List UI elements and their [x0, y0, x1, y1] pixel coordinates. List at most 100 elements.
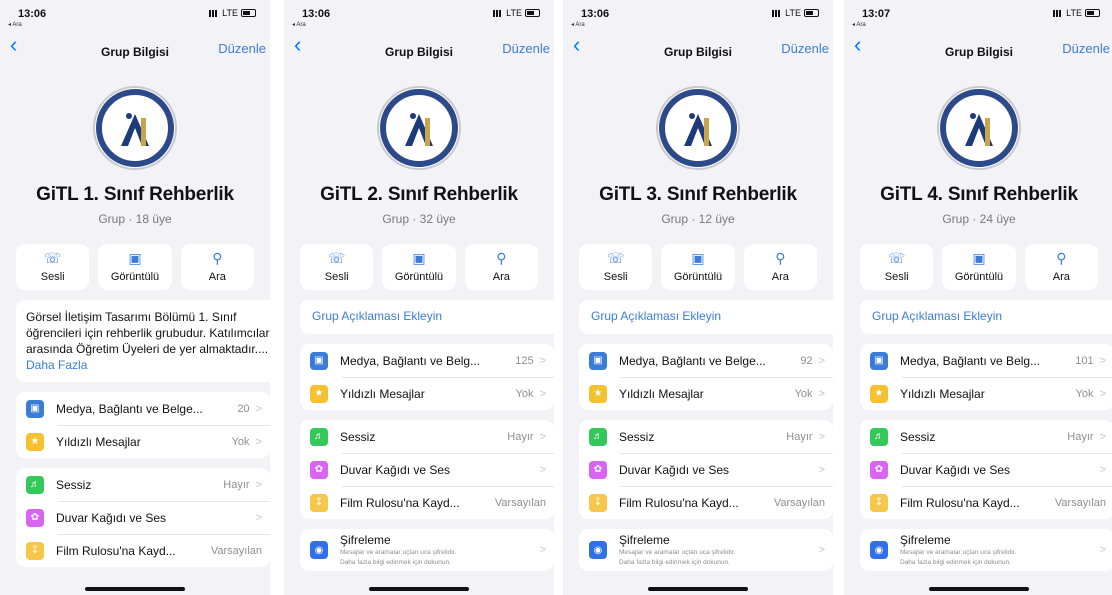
settings-section: ♬ Sessiz Hayır > ✿ Duvar Kağıdı ve Ses > ↧ Film … — [579, 420, 833, 519]
row-wallpaper[interactable]: ✿ Duvar Kağıdı ve Ses > — [860, 453, 1112, 486]
video-call-button[interactable]: ▣ Görüntülü — [661, 244, 735, 290]
settings-section: ♬ Sessiz Hayır > ✿ Duvar Kağıdı ve Ses > ↧ Film … — [860, 420, 1112, 519]
signal-indicator: LTE — [1053, 8, 1100, 18]
video-icon: ▣ — [128, 250, 142, 266]
row-starred[interactable]: ★ Yıldızlı Mesajlar Yok > — [300, 377, 554, 410]
action-label: Görüntülü — [954, 271, 1004, 283]
edit-button[interactable]: Düzenle — [502, 41, 550, 56]
mute-value: Hayır — [786, 430, 813, 443]
row-mute[interactable]: ♬ Sessiz Hayır > — [860, 420, 1112, 453]
encryption-line-1: Mesajlar ve aramalar uçtan uca şifrelidi… — [340, 549, 457, 556]
voice-call-button[interactable]: ☏ Sesli — [860, 244, 934, 290]
phone-screen-1: 13:06 ◂ Ara LTE ‹ Grup Bilgisi Düzenle GiTL 1.… — [0, 0, 270, 595]
group-avatar[interactable] — [656, 86, 740, 170]
mute-value: Hayır — [507, 430, 534, 443]
download-icon: ↧ — [870, 493, 888, 512]
row-wallpaper[interactable]: ✿ Duvar Kağıdı ve Ses > — [16, 501, 270, 534]
signal-icon — [1053, 9, 1064, 17]
row-media[interactable]: ▣ Medya, Bağlantı ve Belg... 125 > — [300, 344, 554, 377]
row-starred[interactable]: ★ Yıldızlı Mesajlar Yok > — [860, 377, 1112, 410]
row-starred[interactable]: ★ Yıldızlı Mesajlar Yok > — [579, 377, 833, 410]
search-button[interactable]: ⚲ Ara — [464, 244, 538, 290]
status-bar: 13:06 ◂ Ara LTE — [563, 0, 833, 28]
save-value: Varsayılan — [494, 496, 546, 509]
star-icon: ★ — [26, 432, 44, 451]
row-save[interactable]: ↧ Film Rulosu'na Kayd... Varsayılan — [16, 534, 270, 567]
signal-indicator: LTE — [772, 8, 819, 18]
encryption-row[interactable]: ◉ Şifreleme Mesajlar ve aramalar uçtan uca… — [579, 529, 833, 571]
carrier-label: LTE — [506, 8, 522, 18]
row-wallpaper[interactable]: ✿ Duvar Kağıdı ve Ses > — [579, 453, 833, 486]
video-call-button[interactable]: ▣ Görüntülü — [98, 244, 172, 290]
chevron-right-icon: > — [539, 430, 546, 443]
row-media[interactable]: ▣ Medya, Bağlantı ve Belg... 101 > — [860, 344, 1112, 377]
star-icon: ★ — [589, 384, 607, 403]
edit-button[interactable]: Düzenle — [1062, 41, 1110, 56]
mute-label: Sessiz — [340, 429, 376, 444]
search-icon: ⚲ — [212, 250, 223, 266]
row-media[interactable]: ▣ Medya, Bağlantı ve Belge... 92 > — [579, 344, 833, 377]
row-save[interactable]: ↧ Film Rulosu'na Kayd... Varsayılan — [860, 486, 1112, 519]
video-call-button[interactable]: ▣ Görüntülü — [942, 244, 1016, 290]
save-label: Film Rulosu'na Kayd... — [340, 495, 460, 510]
encryption-row[interactable]: ◉ Şifreleme Mesajlar ve aramalar uçtan uca… — [300, 529, 554, 571]
action-buttons: ☏ Sesli ▣ Görüntülü ⚲ Ara — [860, 244, 1098, 290]
chevron-right-icon: > — [818, 354, 825, 367]
row-media[interactable]: ▣ Medya, Bağlantı ve Belge... 20 > — [16, 392, 270, 425]
action-label: Sesli — [40, 271, 65, 283]
lock-icon: ◉ — [310, 541, 328, 559]
group-avatar[interactable] — [93, 86, 177, 170]
row-mute[interactable]: ♬ Sessiz Hayır > — [300, 420, 554, 453]
home-indicator — [85, 587, 185, 591]
group-avatar[interactable] — [937, 86, 1021, 170]
voice-call-button[interactable]: ☏ Sesli — [16, 244, 90, 290]
starred-label: Yıldızlı Mesajlar — [56, 434, 141, 449]
group-description[interactable]: Görsel İletişim Tasarımı Bölümü 1. Sınıf… — [16, 300, 270, 382]
edit-button[interactable]: Düzenle — [781, 41, 829, 56]
signal-icon — [209, 9, 220, 17]
row-save[interactable]: ↧ Film Rulosu'na Kayd... Varsayılan — [300, 486, 554, 519]
add-description-button[interactable]: Grup Açıklaması Ekleyin — [579, 300, 833, 334]
status-bar: 13:06 ◂ Ara LTE — [0, 0, 270, 28]
description-text: Görsel İletişim Tasarımı Bölümü 1. Sınıf… — [26, 310, 270, 356]
search-button[interactable]: ⚲ Ara — [743, 244, 817, 290]
row-mute[interactable]: ♬ Sessiz Hayır > — [16, 468, 270, 501]
search-button[interactable]: ⚲ Ara — [1024, 244, 1098, 290]
flower-icon: ✿ — [310, 460, 328, 479]
group-avatar[interactable] — [377, 86, 461, 170]
row-save[interactable]: ↧ Film Rulosu'na Kayd... Varsayılan — [579, 486, 833, 519]
action-buttons: ☏ Sesli ▣ Görüntülü ⚲ Ara — [16, 244, 254, 290]
edit-button[interactable]: Düzenle — [218, 41, 266, 56]
media-label: Medya, Bağlantı ve Belg... — [900, 353, 1041, 368]
encryption-section: ◉ Şifreleme Mesajlar ve aramalar uçtan uca… — [860, 529, 1112, 571]
speaker-icon: ♬ — [589, 427, 607, 446]
row-wallpaper[interactable]: ✿ Duvar Kağıdı ve Ses > — [300, 453, 554, 486]
row-starred[interactable]: ★ Yıldızlı Mesajlar Yok > — [16, 425, 270, 458]
group-name: GiTL 3. Sınıf Rehberlik — [599, 184, 797, 205]
voice-call-button[interactable]: ☏ Sesli — [579, 244, 653, 290]
search-button[interactable]: ⚲ Ara — [180, 244, 254, 290]
save-label: Film Rulosu'na Kayd... — [900, 495, 1020, 510]
starred-value: Yok — [515, 387, 534, 400]
chevron-right-icon: > — [1099, 354, 1106, 367]
starred-label: Yıldızlı Mesajlar — [900, 386, 985, 401]
wallpaper-label: Duvar Kağıdı ve Ses — [900, 462, 1011, 477]
video-call-button[interactable]: ▣ Görüntülü — [382, 244, 456, 290]
encryption-section: ◉ Şifreleme Mesajlar ve aramalar uçtan uca… — [300, 529, 554, 571]
add-description-button[interactable]: Grup Açıklaması Ekleyin — [860, 300, 1112, 334]
video-icon: ▣ — [412, 250, 426, 266]
mute-label: Sessiz — [56, 477, 92, 492]
phone-screen-3: 13:06 ◂ Ara LTE ‹ Grup Bilgisi Düzenle GiTL 3.… — [563, 0, 833, 595]
status-bar: 13:07 ◂ Ara LTE — [844, 0, 1112, 28]
wallpaper-label: Duvar Kağıdı ve Ses — [619, 462, 730, 477]
encryption-row[interactable]: ◉ Şifreleme Mesajlar ve aramalar uçtan uca… — [860, 529, 1112, 571]
voice-call-button[interactable]: ☏ Sesli — [300, 244, 374, 290]
signal-indicator: LTE — [209, 8, 256, 18]
add-description-button[interactable]: Grup Açıklaması Ekleyin — [300, 300, 554, 334]
status-bar: 13:06 ◂ Ara LTE — [284, 0, 554, 28]
encryption-line-2: Daha fazla bilgi edinmek için dokunun. — [619, 559, 730, 566]
row-mute[interactable]: ♬ Sessiz Hayır > — [579, 420, 833, 453]
action-label: Ara — [208, 271, 226, 283]
chevron-right-icon: > — [1099, 463, 1106, 476]
read-more-link[interactable]: Daha Fazla — [26, 358, 87, 372]
